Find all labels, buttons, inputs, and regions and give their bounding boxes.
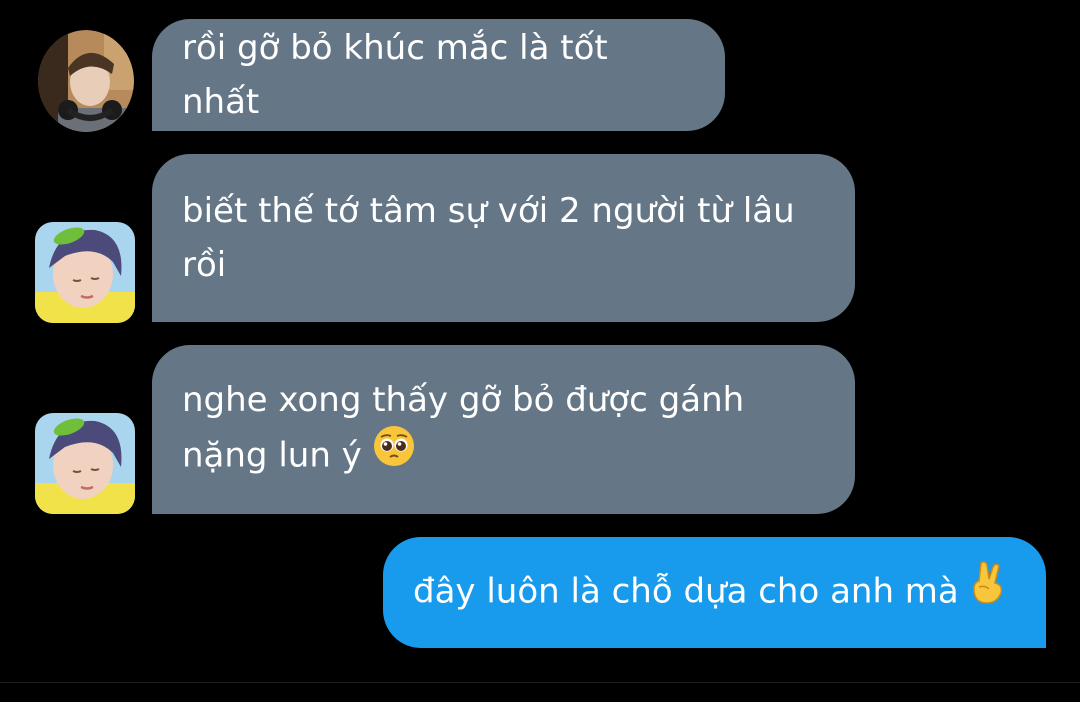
message-text: đây luôn là chỗ dựa cho anh mà <box>413 559 1005 624</box>
divider <box>0 682 1080 683</box>
incoming-message-bubble[interactable]: rồi gỡ bỏ khúc mắc là tốt nhất <box>152 19 725 131</box>
sender-avatar[interactable] <box>38 30 134 132</box>
incoming-message-bubble[interactable]: biết thế tớ tâm sự với 2 người từ lâu rồ… <box>152 154 855 322</box>
message-text-line: nghe xong thấy gỡ bỏ được gánh <box>182 379 745 420</box>
crossed-fingers-emoji <box>969 559 1005 621</box>
message-text-content: đây luôn là chỗ dựa cho anh mà <box>413 571 959 611</box>
avatar-leaf-clip-photo <box>35 222 135 323</box>
pleading-face-emoji <box>372 424 416 484</box>
avatar-leaf-clip-photo <box>35 413 135 514</box>
avatar-headphones-photo <box>38 30 134 132</box>
incoming-message-bubble[interactable]: nghe xong thấy gỡ bỏ được gánh nặng lun … <box>152 345 855 514</box>
message-text: biết thế tớ tâm sự với 2 người từ lâu rồ… <box>182 191 795 285</box>
outgoing-message-bubble[interactable]: đây luôn là chỗ dựa cho anh mà <box>383 537 1046 648</box>
message-text-line: nặng lun ý <box>182 435 362 475</box>
message-text: rồi gỡ bỏ khúc mắc là tốt nhất <box>182 28 619 122</box>
message-text: nghe xong thấy gỡ bỏ được gánh nặng lun … <box>182 373 744 487</box>
sender-avatar[interactable] <box>35 413 135 514</box>
sender-avatar[interactable] <box>35 222 135 323</box>
